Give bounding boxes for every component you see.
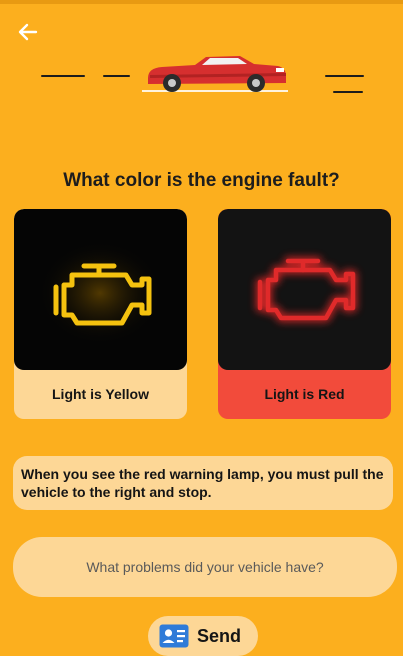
road-line xyxy=(41,75,85,77)
option-label: Light is Red xyxy=(264,386,345,402)
info-message: When you see the red warning lamp, you m… xyxy=(13,456,393,510)
send-label: Send xyxy=(197,625,242,646)
arrow-left-icon[interactable] xyxy=(16,20,40,44)
engine-check-icon xyxy=(38,241,162,345)
send-button[interactable]: Send xyxy=(148,616,258,656)
top-bar-line xyxy=(0,0,403,4)
road-line xyxy=(325,75,364,77)
question-title: What color is the engine fault? xyxy=(63,170,340,191)
road-line xyxy=(103,75,130,77)
option-red-light[interactable]: Light is Red xyxy=(218,209,391,419)
road-line xyxy=(333,91,363,93)
contact-card-icon xyxy=(159,624,189,648)
option-label: Light is Yellow xyxy=(52,386,149,402)
problem-input[interactable] xyxy=(13,537,397,597)
option-yellow-light[interactable]: Light is Yellow xyxy=(14,209,187,419)
car-icon xyxy=(142,56,288,92)
engine-check-icon xyxy=(256,257,357,322)
option-image xyxy=(14,209,187,370)
option-image xyxy=(218,209,391,370)
